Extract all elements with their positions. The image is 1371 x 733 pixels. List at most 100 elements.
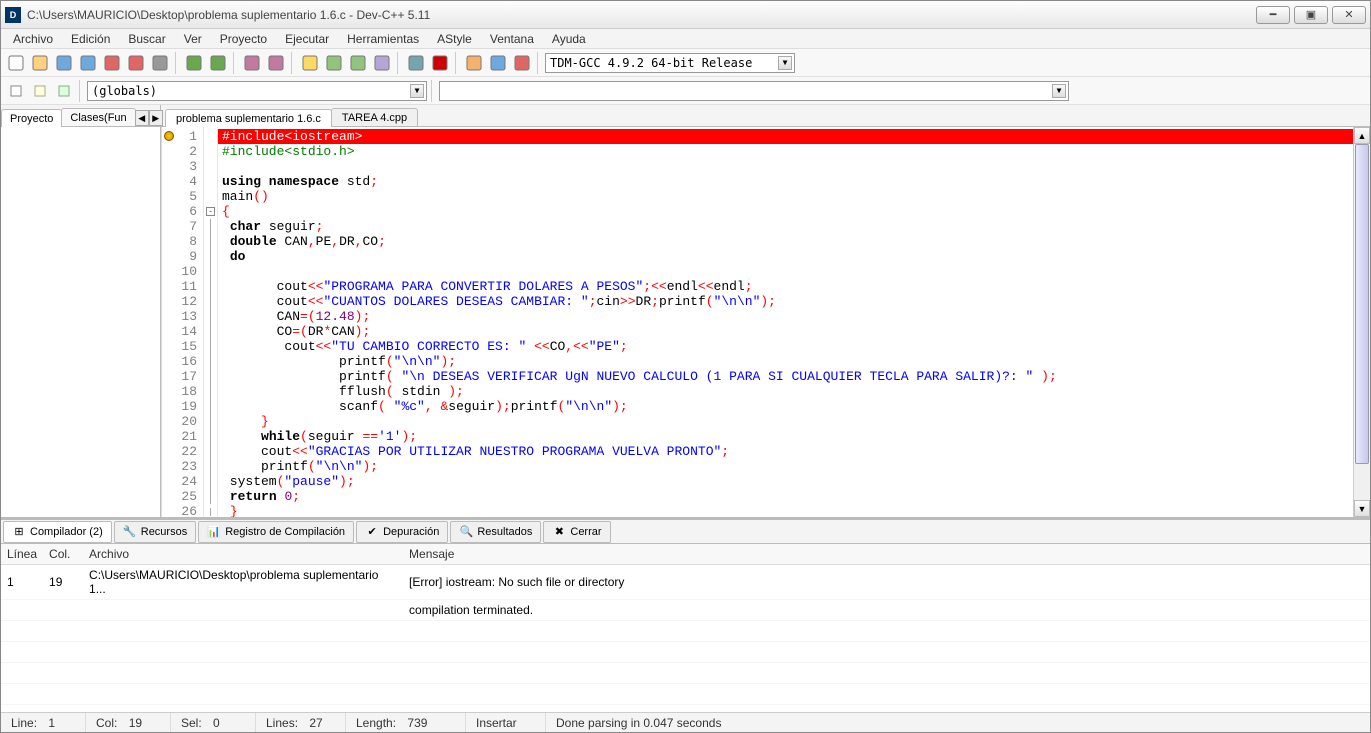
fold-cell[interactable]: [204, 474, 217, 489]
maximize-button[interactable]: ▣: [1294, 6, 1328, 24]
fold-cell[interactable]: [204, 159, 217, 174]
symbols-combo[interactable]: ▼: [439, 81, 1069, 101]
code-line[interactable]: do: [218, 249, 1353, 264]
output-tab[interactable]: 🔍Resultados: [450, 521, 541, 543]
output-tab[interactable]: 📊Registro de Compilación: [198, 521, 354, 543]
fold-cell[interactable]: -: [204, 204, 217, 219]
code-line[interactable]: scanf( "%c", &seguir);printf("\n\n");: [218, 399, 1353, 414]
scroll-track[interactable]: [1354, 144, 1370, 500]
bookmark-btn-1[interactable]: [5, 80, 27, 102]
fold-cell[interactable]: [204, 369, 217, 384]
fold-cell[interactable]: [204, 354, 217, 369]
code-line[interactable]: while(seguir =='1');: [218, 429, 1353, 444]
fold-cell[interactable]: [204, 399, 217, 414]
fold-cell[interactable]: [204, 309, 217, 324]
code-line[interactable]: double CAN,PE,DR,CO;: [218, 234, 1353, 249]
menu-proyecto[interactable]: Proyecto: [212, 30, 275, 48]
fold-cell[interactable]: [204, 444, 217, 459]
code-line[interactable]: main(): [218, 189, 1353, 204]
open-button[interactable]: [29, 52, 51, 74]
close-button[interactable]: [101, 52, 123, 74]
editor-tab[interactable]: problema suplementario 1.6.c: [165, 109, 332, 127]
menu-ventana[interactable]: Ventana: [482, 30, 542, 48]
code-line[interactable]: }: [218, 414, 1353, 429]
globals-combo[interactable]: (globals) ▼: [87, 81, 427, 101]
compile-button[interactable]: [299, 52, 321, 74]
code-line[interactable]: printf("\n\n");: [218, 459, 1353, 474]
find-button[interactable]: [241, 52, 263, 74]
vertical-scrollbar[interactable]: ▲ ▼: [1353, 127, 1370, 517]
code-line[interactable]: CAN=(12.48);: [218, 309, 1353, 324]
fold-cell[interactable]: [204, 384, 217, 399]
fold-column[interactable]: -: [204, 127, 218, 517]
code-line[interactable]: [218, 159, 1353, 174]
code-line[interactable]: cout<<"PROGRAMA PARA CONVERTIR DOLARES A…: [218, 279, 1353, 294]
menu-astyle[interactable]: AStyle: [429, 30, 480, 48]
fold-cell[interactable]: [204, 429, 217, 444]
stop-button[interactable]: [429, 52, 451, 74]
menu-herramientas[interactable]: Herramientas: [339, 30, 427, 48]
bug-button[interactable]: [511, 52, 533, 74]
closeall-button[interactable]: [125, 52, 147, 74]
code-editor[interactable]: 1234567891011121314151617181920212223242…: [161, 127, 1370, 517]
menu-ejecutar[interactable]: Ejecutar: [277, 30, 337, 48]
output-tab[interactable]: ✔Depuración: [356, 521, 448, 543]
output-tab[interactable]: ⊞Compilador (2): [3, 521, 112, 543]
compilerun-button[interactable]: [347, 52, 369, 74]
side-tab-clases[interactable]: Clases(Fun: [61, 108, 135, 126]
bookmark-btn-2[interactable]: [29, 80, 51, 102]
compiler-header[interactable]: Línea: [1, 544, 43, 565]
fold-cell[interactable]: [204, 504, 217, 519]
code-line[interactable]: printf("\n\n");: [218, 354, 1353, 369]
compiler-header[interactable]: Archivo: [83, 544, 403, 565]
close-window-button[interactable]: ✕: [1332, 6, 1366, 24]
fold-cell[interactable]: [204, 174, 217, 189]
side-tabs-scroll-right[interactable]: ▶: [149, 110, 163, 126]
code-line[interactable]: cout<<"GRACIAS POR UTILIZAR NUESTRO PROG…: [218, 444, 1353, 459]
code-line[interactable]: CO=(DR*CAN);: [218, 324, 1353, 339]
chart-button[interactable]: [487, 52, 509, 74]
menu-ver[interactable]: Ver: [176, 30, 210, 48]
code-line[interactable]: #include<iostream>: [218, 129, 1353, 144]
rebuild-button[interactable]: [371, 52, 393, 74]
menu-buscar[interactable]: Buscar: [120, 30, 173, 48]
scroll-down-button[interactable]: ▼: [1354, 500, 1370, 517]
chevron-down-icon[interactable]: ▼: [778, 56, 792, 70]
print-button[interactable]: [149, 52, 171, 74]
code-line[interactable]: }: [218, 504, 1353, 517]
run-button[interactable]: [323, 52, 345, 74]
code-area[interactable]: #include<iostream>#include<stdio.h>using…: [218, 127, 1353, 517]
menu-ayuda[interactable]: Ayuda: [544, 30, 594, 48]
menu-edición[interactable]: Edición: [63, 30, 118, 48]
fold-cell[interactable]: [204, 219, 217, 234]
redo-button[interactable]: [207, 52, 229, 74]
output-tab[interactable]: 🔧Recursos: [114, 521, 196, 543]
bookmark-btn-3[interactable]: [53, 80, 75, 102]
compiler-row[interactable]: 119C:\Users\MAURICIO\Desktop\problema su…: [1, 565, 1370, 600]
saveall-button[interactable]: [77, 52, 99, 74]
chevron-down-icon[interactable]: ▼: [1052, 84, 1066, 98]
side-tabs-scroll-left[interactable]: ◀: [135, 110, 149, 126]
debug-button[interactable]: [405, 52, 427, 74]
fold-cell[interactable]: [204, 234, 217, 249]
code-line[interactable]: char seguir;: [218, 219, 1353, 234]
minimize-button[interactable]: ━: [1256, 6, 1290, 24]
project-tree[interactable]: [1, 127, 160, 517]
code-line[interactable]: [218, 264, 1353, 279]
fold-cell[interactable]: [204, 414, 217, 429]
compiler-header[interactable]: Col.: [43, 544, 83, 565]
replace-button[interactable]: [265, 52, 287, 74]
side-tab-proyecto[interactable]: Proyecto: [1, 109, 62, 127]
fold-cell[interactable]: [204, 129, 217, 144]
compiler-output[interactable]: LíneaCol.ArchivoMensaje 119C:\Users\MAUR…: [1, 544, 1370, 712]
code-line[interactable]: cout<<"TU CAMBIO CORRECTO ES: " <<CO,<<"…: [218, 339, 1353, 354]
fold-cell[interactable]: [204, 144, 217, 159]
editor-tab[interactable]: TAREA 4.cpp: [331, 108, 418, 126]
fold-cell[interactable]: [204, 264, 217, 279]
compiler-profile-combo[interactable]: TDM-GCC 4.9.2 64-bit Release▼: [545, 53, 795, 73]
fold-cell[interactable]: [204, 459, 217, 474]
code-line[interactable]: {: [218, 204, 1353, 219]
code-line[interactable]: system("pause");: [218, 474, 1353, 489]
code-line[interactable]: cout<<"CUANTOS DOLARES DESEAS CAMBIAR: "…: [218, 294, 1353, 309]
code-line[interactable]: fflush( stdin );: [218, 384, 1353, 399]
